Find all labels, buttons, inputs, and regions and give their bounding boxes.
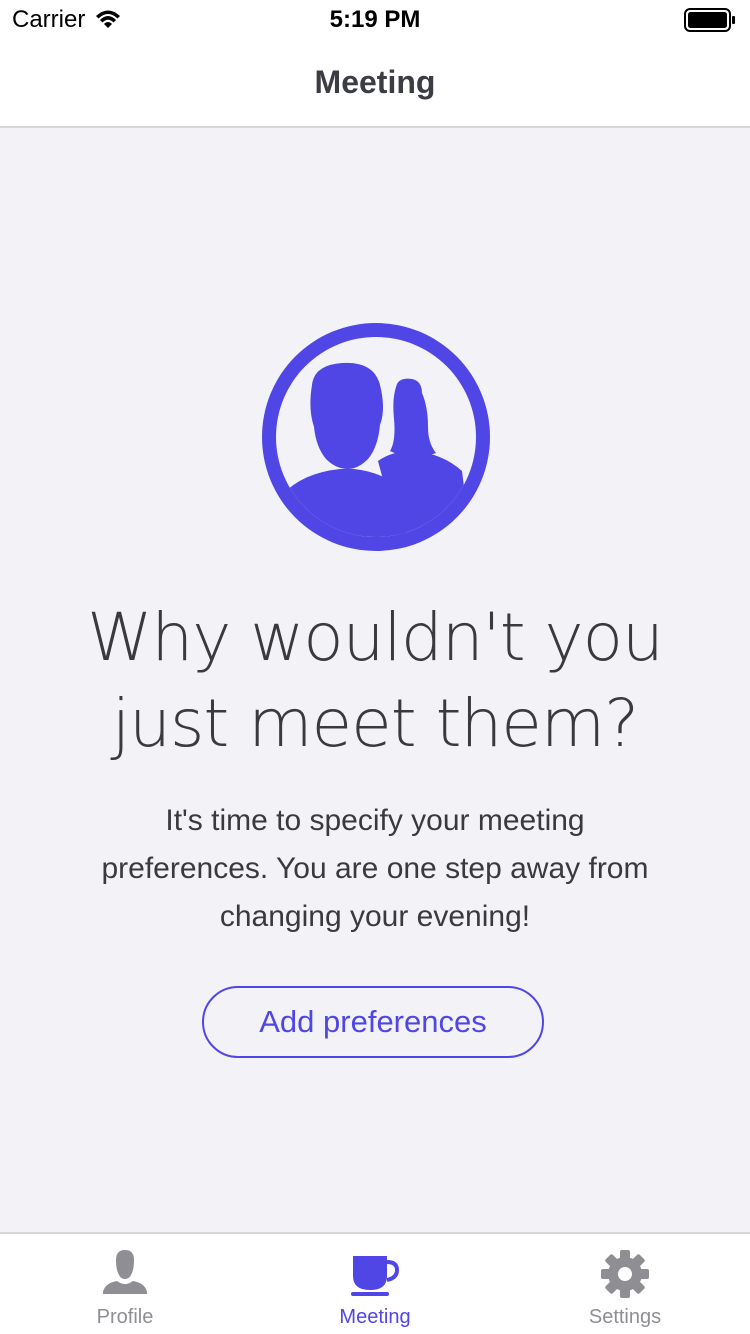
gear-icon (601, 1250, 649, 1298)
tab-settings[interactable]: Settings (500, 1234, 750, 1334)
description-line-2: preferences. You are one step away from (101, 852, 649, 885)
tab-label-profile: Profile (96, 1306, 154, 1328)
description-text: It's time to specify your meeting prefer… (60, 797, 690, 941)
headline-line-1: Why wouldn't you (87, 599, 664, 676)
coffee-cup-icon (351, 1256, 400, 1296)
meeting-screen: Carrier 5:19 PM Meeting Why wouldn't you… (0, 0, 750, 1334)
status-time: 5:19 PM (329, 6, 421, 33)
status-bar: Carrier 5:19 PM (0, 0, 750, 40)
tab-bar: Profile Meeting Settings (0, 1232, 750, 1334)
navigation-bar: Meeting (0, 40, 750, 128)
headline-line-2: just meet them? (111, 685, 639, 762)
battery-icon (684, 8, 735, 32)
description-line-3: changing your evening! (219, 900, 531, 933)
description-line-1: It's time to specify your meeting (165, 804, 585, 837)
page-title: Meeting (314, 64, 436, 100)
person-icon (103, 1250, 147, 1294)
tab-meeting[interactable]: Meeting (250, 1234, 500, 1334)
people-icon (262, 323, 490, 551)
tab-label-settings: Settings (588, 1306, 662, 1328)
add-preferences-button[interactable]: Add preferences (202, 986, 544, 1058)
tab-profile[interactable]: Profile (0, 1234, 250, 1334)
tab-label-meeting: Meeting (339, 1306, 411, 1328)
headline: Why wouldn't you just meet them? (40, 595, 710, 767)
